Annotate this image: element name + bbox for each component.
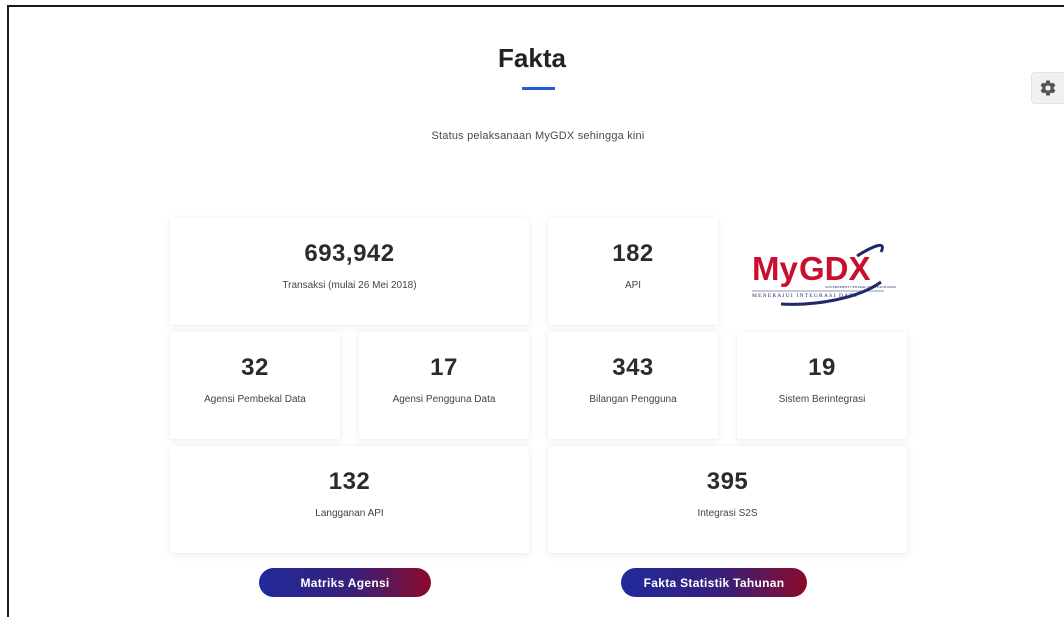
- gear-icon: [1040, 80, 1056, 96]
- svg-text:GDX: GDX: [799, 250, 871, 287]
- stat-label: API: [624, 280, 642, 291]
- stat-label: Agensi Pembekal Data: [204, 394, 306, 405]
- svg-text:My: My: [752, 250, 798, 287]
- page-title: Fakta: [498, 43, 566, 73]
- page-subtitle: Status pelaksanaan MyGDX sehingga kini: [431, 130, 645, 142]
- fakta-statistik-button[interactable]: Fakta Statistik Tahunan: [621, 568, 807, 597]
- stat-card-transaksi: 693,942 Transaksi (mulai 26 Mei 2018): [170, 218, 529, 325]
- stat-value: 343: [612, 354, 654, 381]
- stat-label: Integrasi S2S: [697, 508, 758, 519]
- stat-label: Bilangan Pengguna: [589, 394, 677, 405]
- stat-card-api: 182 API: [548, 218, 718, 325]
- title-underline: [522, 87, 555, 90]
- stat-value: 182: [612, 240, 654, 267]
- stat-value: 32: [241, 354, 269, 381]
- svg-text:GOVERNMENT CENTRAL DATA EXCHAN: GOVERNMENT CENTRAL DATA EXCHANGE: [825, 285, 896, 289]
- stat-value: 395: [706, 468, 749, 495]
- stat-card-agensi-pengguna: 17 Agensi Pengguna Data: [359, 332, 529, 439]
- stat-label: Langganan API: [315, 508, 384, 519]
- svg-text:MENERAJUI INTEGRASI DATA: MENERAJUI INTEGRASI DATA: [752, 293, 858, 299]
- matriks-agensi-button[interactable]: Matriks Agensi: [259, 568, 431, 597]
- stat-value: 132: [328, 468, 371, 495]
- stat-label: Agensi Pengguna Data: [392, 394, 496, 405]
- stat-value: 17: [430, 354, 458, 381]
- mygdx-logo: My GDX GOVERNMENT CENTRAL DATA EXCHANGE …: [737, 218, 907, 325]
- settings-button[interactable]: [1031, 72, 1064, 104]
- stat-card-agensi-pembekal: 32 Agensi Pembekal Data: [170, 332, 340, 439]
- stat-value: 19: [808, 354, 836, 381]
- stat-card-langganan-api: 132 Langganan API: [170, 446, 529, 553]
- stat-card-sistem-berintegrasi: 19 Sistem Berintegrasi: [737, 332, 907, 439]
- stat-label: Transaksi (mulai 26 Mei 2018): [282, 280, 417, 291]
- stat-label: Sistem Berintegrasi: [778, 394, 866, 405]
- stat-card-bilangan-pengguna: 343 Bilangan Pengguna: [548, 332, 718, 439]
- stat-card-integrasi-s2s: 395 Integrasi S2S: [548, 446, 907, 553]
- mygdx-logo-graphic: My GDX GOVERNMENT CENTRAL DATA EXCHANGE …: [752, 243, 896, 306]
- stat-value: 693,942: [304, 240, 395, 267]
